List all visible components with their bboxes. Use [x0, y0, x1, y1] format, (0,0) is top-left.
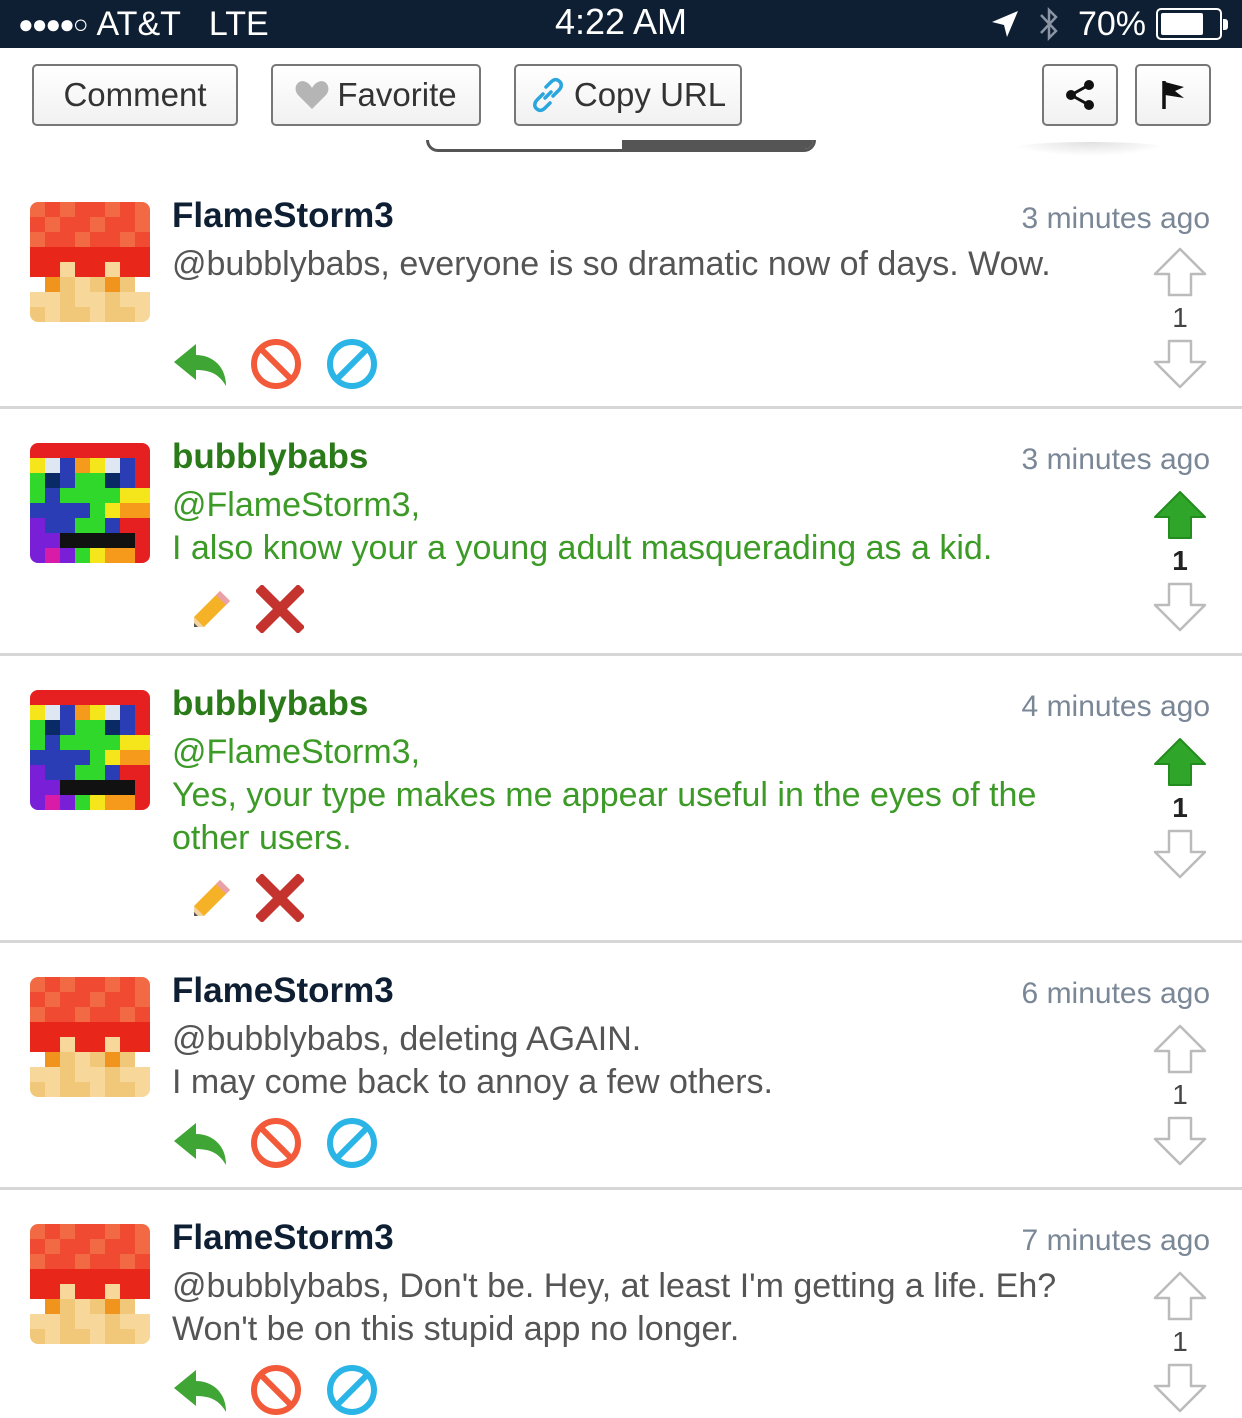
- reply-button[interactable]: [172, 340, 228, 388]
- upvote-arrow-icon[interactable]: [1152, 1023, 1208, 1075]
- pencil-icon: [194, 591, 230, 627]
- comment-timestamp: 3 minutes ago: [1021, 443, 1210, 476]
- downvote-arrow-icon[interactable]: [1152, 828, 1208, 880]
- mute-button[interactable]: [324, 1362, 380, 1418]
- comment-username[interactable]: bubblybabs: [172, 437, 368, 477]
- mute-button[interactable]: [324, 1115, 380, 1171]
- reply-arrow-icon: [174, 344, 226, 386]
- comment-timestamp: 4 minutes ago: [1021, 690, 1210, 723]
- downvote-arrow-icon[interactable]: [1152, 1115, 1208, 1167]
- reply-button[interactable]: [172, 1119, 228, 1167]
- block-icon: [251, 339, 301, 389]
- avatar[interactable]: [30, 1224, 150, 1344]
- vote-control: 1: [1150, 246, 1210, 390]
- mute-icon: [327, 339, 377, 389]
- delete-x-icon: [256, 874, 304, 922]
- pencil-icon: [194, 880, 230, 916]
- vote-count: 1: [1172, 302, 1188, 333]
- battery-percent: 70%: [1077, 5, 1146, 43]
- block-icon: [251, 1118, 301, 1168]
- comment-username[interactable]: FlameStorm3: [172, 1218, 394, 1258]
- edit-button[interactable]: [190, 876, 234, 920]
- copy-url-button[interactable]: Copy URL: [514, 64, 742, 126]
- comment-actions: [172, 1113, 400, 1173]
- comment-username[interactable]: bubblybabs: [172, 684, 368, 724]
- link-icon: [532, 77, 563, 113]
- reply-arrow-icon: [174, 1123, 226, 1165]
- toolbar: Comment Favorite Copy URL: [0, 50, 1242, 160]
- block-icon: [251, 1365, 301, 1415]
- battery-icon: [1156, 8, 1228, 40]
- upvote-arrow-icon[interactable]: [1152, 1270, 1208, 1322]
- comment-item: FlameStorm3 3 minutes ago @bubblybabs, e…: [0, 160, 1242, 409]
- bluetooth-icon: [1040, 6, 1058, 42]
- comment-username[interactable]: FlameStorm3: [172, 196, 394, 236]
- reply-arrow-icon: [174, 1370, 226, 1412]
- status-bar: ●●●●○ AT&T LTE 4:22 AM 70%: [0, 0, 1242, 48]
- comment-item: FlameStorm3 6 minutes ago @bubblybabs, d…: [0, 943, 1242, 1190]
- heart-icon: [295, 81, 329, 109]
- upvote-arrow-icon[interactable]: [1152, 246, 1208, 298]
- avatar[interactable]: [30, 443, 150, 563]
- vote-count: 1: [1172, 792, 1188, 823]
- share-icon: [1066, 80, 1094, 110]
- comment-timestamp: 7 minutes ago: [1021, 1224, 1210, 1257]
- vote-count: 1: [1172, 1326, 1188, 1357]
- comment-item: bubblybabs 3 minutes ago @FlameStorm3, I…: [0, 409, 1242, 656]
- comment-timestamp: 6 minutes ago: [1021, 977, 1210, 1010]
- comment-text: @bubblybabs, Don't be. Hey, at least I'm…: [172, 1267, 1057, 1348]
- delete-button[interactable]: [256, 874, 304, 922]
- share-button[interactable]: [1042, 64, 1118, 126]
- vote-control: 1: [1150, 489, 1210, 633]
- flag-icon: [1162, 81, 1184, 109]
- location-arrow-icon: [991, 11, 1018, 37]
- comment-timestamp: 3 minutes ago: [1021, 202, 1210, 235]
- comment-actions: [172, 868, 324, 928]
- block-button[interactable]: [248, 1115, 304, 1171]
- downvote-arrow-icon[interactable]: [1152, 1362, 1208, 1414]
- avatar[interactable]: [30, 977, 150, 1097]
- delete-x-icon: [256, 585, 304, 633]
- favorite-button-label: Favorite: [337, 76, 457, 113]
- downvote-arrow-icon[interactable]: [1152, 581, 1208, 633]
- mute-icon: [327, 1365, 377, 1415]
- copy-url-button-label: Copy URL: [573, 76, 727, 113]
- status-right: 70%: [990, 2, 1228, 46]
- block-button[interactable]: [248, 1362, 304, 1418]
- comment-text: @bubblybabs, everyone is so dramatic now…: [172, 245, 1051, 283]
- comment-button[interactable]: Comment: [32, 64, 238, 126]
- downvote-arrow-icon[interactable]: [1152, 338, 1208, 390]
- comment-item: FlameStorm3 7 minutes ago @bubblybabs, D…: [0, 1190, 1242, 1418]
- vote-count: 1: [1172, 545, 1188, 576]
- comment-text: @FlameStorm3, Yes, your type makes me ap…: [172, 733, 1037, 857]
- pull-tab[interactable]: [426, 140, 816, 152]
- mute-button[interactable]: [324, 336, 380, 392]
- comment-actions: [172, 1360, 400, 1418]
- comment-actions: [172, 579, 324, 639]
- comment-username[interactable]: FlameStorm3: [172, 971, 394, 1011]
- upvote-arrow-icon[interactable]: [1152, 736, 1208, 788]
- favorite-button[interactable]: Favorite: [271, 64, 481, 126]
- reply-button[interactable]: [172, 1366, 228, 1414]
- comment-text: @FlameStorm3, I also know your a young a…: [172, 486, 993, 567]
- comment-button-label: Comment: [63, 76, 207, 113]
- vote-count: 1: [1172, 1079, 1188, 1110]
- vote-control: 1: [1150, 1023, 1210, 1167]
- avatar[interactable]: [30, 690, 150, 810]
- block-button[interactable]: [248, 336, 304, 392]
- flag-button[interactable]: [1135, 64, 1211, 126]
- delete-button[interactable]: [256, 585, 304, 633]
- comment-actions: [172, 334, 400, 394]
- vote-control: 1: [1150, 736, 1210, 880]
- comment-text: @bubblybabs, deleting AGAIN. I may come …: [172, 1020, 773, 1101]
- mute-icon: [327, 1118, 377, 1168]
- comment-item: bubblybabs 4 minutes ago @FlameStorm3, Y…: [0, 656, 1242, 943]
- edit-button[interactable]: [190, 587, 234, 631]
- avatar[interactable]: [30, 202, 150, 322]
- upvote-arrow-icon[interactable]: [1152, 489, 1208, 541]
- vote-control: 1: [1150, 1270, 1210, 1414]
